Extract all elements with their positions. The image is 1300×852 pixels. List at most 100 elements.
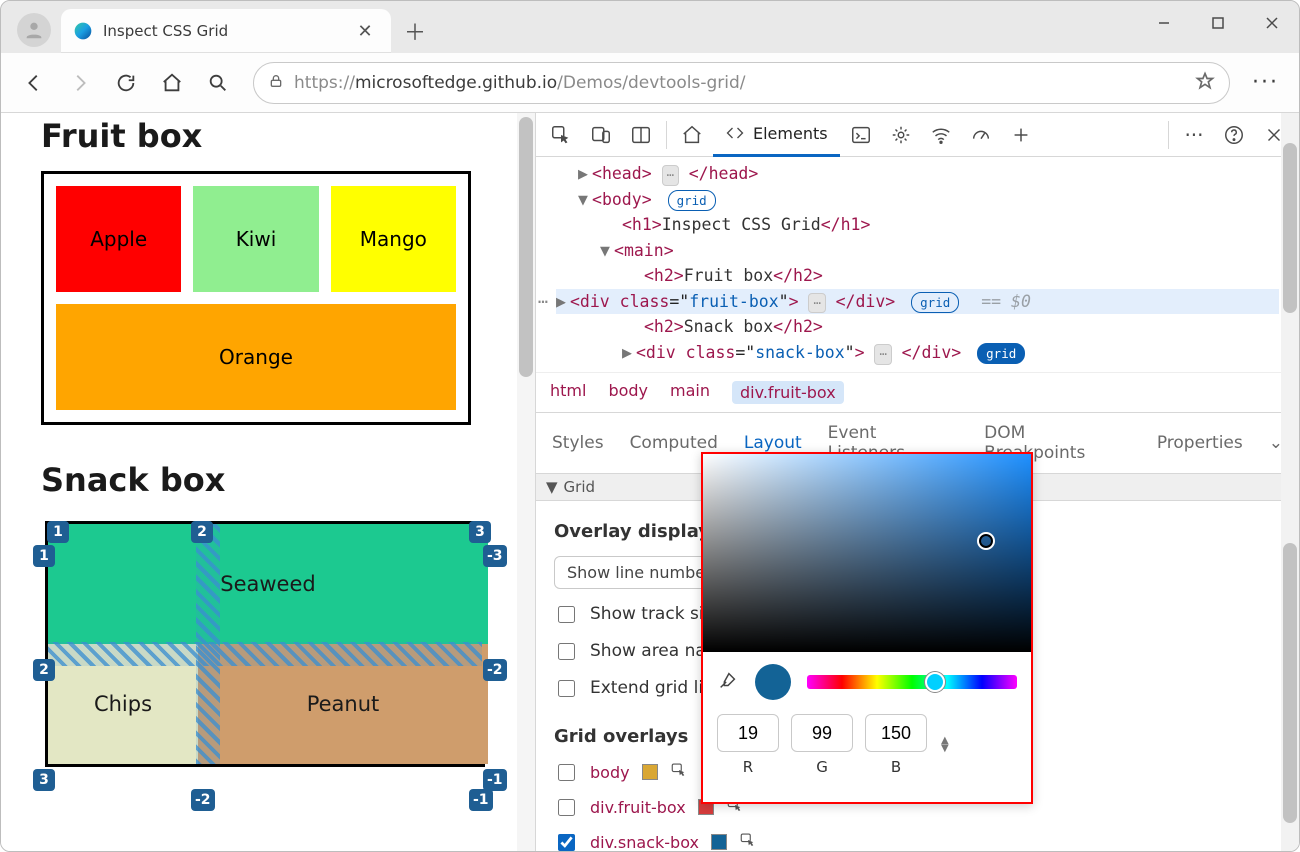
back-button[interactable] — [13, 62, 55, 104]
add-tab-icon[interactable] — [1002, 117, 1040, 153]
color-mode-toggle[interactable]: ▲▼ — [941, 737, 949, 753]
gridnum: -2 — [191, 789, 215, 811]
more-tools-icon[interactable]: ··· — [1175, 117, 1213, 153]
overlay-snack-label: div.snack-box — [590, 833, 699, 852]
cell-apple: Apple — [56, 186, 181, 292]
gridnum: 1 — [33, 545, 55, 567]
dom-selected-row[interactable]: ⋯▶<div class="fruit-box"> ⋯ </div> grid … — [556, 289, 1279, 315]
address-bar[interactable]: https://microsoftedge.github.io/Demos/de… — [253, 62, 1230, 104]
overlay-row-snack: div.snack-box — [554, 831, 1281, 852]
gridnum: 2 — [191, 521, 213, 543]
heading-snack-box: Snack box — [41, 461, 507, 499]
favorite-icon[interactable] — [1195, 71, 1215, 95]
subtab-props[interactable]: Properties — [1157, 433, 1243, 453]
profile-icon[interactable] — [17, 13, 51, 47]
network-icon[interactable] — [922, 117, 960, 153]
lock-icon — [268, 73, 284, 93]
reveal-icon[interactable] — [670, 761, 688, 783]
gridnum: -1 — [483, 769, 507, 791]
gridnum: 3 — [469, 521, 491, 543]
overlay-body-swatch[interactable] — [642, 764, 658, 780]
inspect-element-icon[interactable] — [542, 117, 580, 153]
color-cursor[interactable] — [977, 532, 995, 550]
navbar: https://microsoftedge.github.io/Demos/de… — [1, 53, 1299, 113]
browser-window: Inspect CSS Grid ✕ ＋ https://microsofted… — [0, 0, 1300, 852]
b-label: B — [891, 758, 901, 776]
overlay-snack-checkbox[interactable] — [558, 834, 575, 851]
cell-orange: Orange — [56, 304, 456, 410]
subtab-layout[interactable]: Layout — [744, 433, 802, 453]
performance-icon[interactable] — [962, 117, 1000, 153]
cell-peanut: Peanut — [198, 644, 488, 764]
gridnum: -1 — [469, 789, 493, 811]
color-g-input[interactable] — [791, 714, 853, 752]
reveal-icon[interactable] — [739, 831, 757, 851]
page-scrollbar-thumb[interactable] — [519, 117, 533, 377]
g-label: G — [816, 758, 828, 776]
subtab-computed[interactable]: Computed — [630, 433, 718, 453]
gridnum: 1 — [47, 521, 69, 543]
browser-menu-icon[interactable]: ··· — [1244, 70, 1287, 95]
page-viewport: Fruit box Apple Kiwi Mango Orange Snack … — [1, 113, 536, 851]
r-label: R — [743, 758, 753, 776]
tab-title: Inspect CSS Grid — [103, 22, 341, 40]
new-tab-button[interactable]: ＋ — [397, 13, 433, 49]
snack-box-grid: Seaweed Chips Peanut — [45, 521, 485, 767]
url-text: https://microsoftedge.github.io/Demos/de… — [294, 73, 1185, 93]
bc-html[interactable]: html — [550, 381, 586, 404]
breadcrumb[interactable]: html body main div.fruit-box — [536, 372, 1299, 413]
url-prefix: https:// — [294, 73, 355, 93]
home-button[interactable] — [151, 62, 193, 104]
page-scrollbar[interactable] — [517, 113, 535, 851]
overlay-body-checkbox[interactable] — [558, 764, 575, 781]
sources-icon[interactable] — [882, 117, 920, 153]
panel-scrollbar[interactable] — [1281, 543, 1299, 843]
gridnum: 2 — [33, 659, 55, 681]
color-b-input[interactable] — [865, 714, 927, 752]
tab-elements[interactable]: Elements — [713, 113, 840, 157]
cell-seaweed: Seaweed — [48, 524, 488, 644]
content-area: Fruit box Apple Kiwi Mango Orange Snack … — [1, 113, 1299, 851]
bc-main[interactable]: main — [670, 381, 710, 404]
overlay-fruit-checkbox[interactable] — [558, 799, 575, 816]
eyedropper-icon[interactable] — [717, 669, 739, 695]
minimize-icon[interactable] — [1137, 1, 1191, 45]
overlay-snack-swatch[interactable] — [711, 834, 727, 850]
browser-tab[interactable]: Inspect CSS Grid ✕ — [61, 9, 391, 53]
color-saturation-field[interactable] — [703, 454, 1031, 652]
cell-mango: Mango — [331, 186, 456, 292]
code-icon — [725, 123, 745, 143]
hue-slider[interactable] — [807, 675, 1017, 689]
close-window-icon[interactable] — [1245, 1, 1299, 45]
overlay-body-label: body — [590, 763, 630, 782]
gridnum: -2 — [483, 659, 507, 681]
gridnum: -3 — [483, 545, 507, 567]
titlebar: Inspect CSS Grid ✕ ＋ — [1, 1, 1299, 53]
tab-close-icon[interactable]: ✕ — [351, 17, 379, 45]
forward-button — [59, 62, 101, 104]
bc-body[interactable]: body — [608, 381, 648, 404]
bc-selected[interactable]: div.fruit-box — [732, 381, 844, 404]
help-icon[interactable] — [1215, 117, 1253, 153]
welcome-icon[interactable] — [673, 117, 711, 153]
page-content: Fruit box Apple Kiwi Mango Orange Snack … — [1, 117, 535, 809]
tab-elements-label: Elements — [753, 124, 828, 143]
cell-chips: Chips — [48, 644, 198, 764]
console-icon[interactable] — [842, 117, 880, 153]
subtab-styles[interactable]: Styles — [552, 433, 604, 453]
dom-tree[interactable]: ▶<head> ⋯ </head> ▼<body> grid <h1>Inspe… — [536, 157, 1299, 372]
color-r-input[interactable] — [717, 714, 779, 752]
device-toolbar-icon[interactable] — [582, 117, 620, 153]
color-swatch — [755, 664, 791, 700]
hue-handle[interactable] — [925, 672, 945, 692]
url-host: microsoftedge.github.io — [355, 73, 557, 93]
fruit-box-grid: Apple Kiwi Mango Orange — [41, 171, 471, 425]
devtools-toolbar: Elements ··· — [536, 113, 1299, 157]
snack-box-wrapper: Seaweed Chips Peanut 1 2 3 1 -3 2 -2 3 -… — [41, 521, 491, 767]
overlay-fruit-label: div.fruit-box — [590, 798, 686, 817]
search-button[interactable] — [197, 62, 239, 104]
dock-icon[interactable] — [622, 117, 660, 153]
panel-scrollbar-thumb[interactable] — [1283, 543, 1297, 823]
reload-button[interactable] — [105, 62, 147, 104]
maximize-icon[interactable] — [1191, 1, 1245, 45]
